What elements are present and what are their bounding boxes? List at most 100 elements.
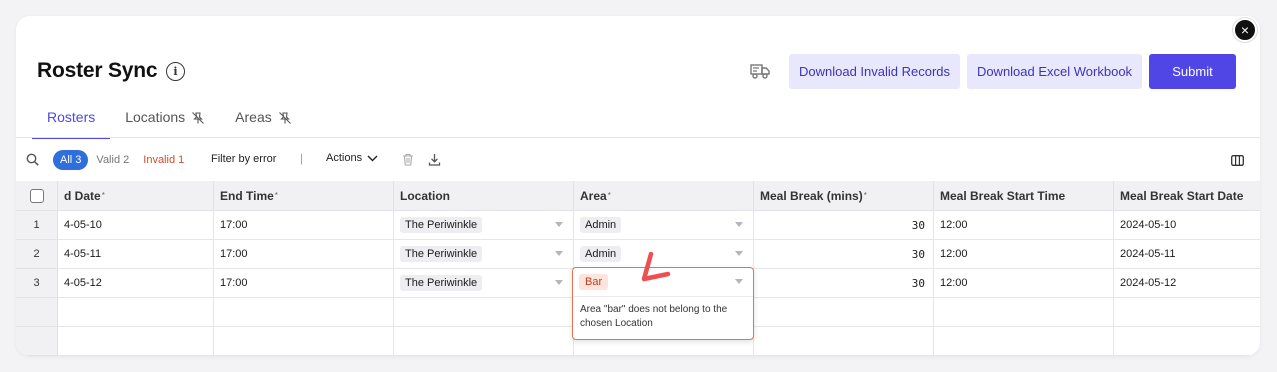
column-header-label: Meal Break Start Time xyxy=(940,188,1066,203)
row-number-empty xyxy=(16,298,58,327)
column-header-end-time[interactable]: End Time * xyxy=(214,181,394,211)
start-date-cell[interactable]: 4-05-11 xyxy=(58,240,214,269)
required-marker: * xyxy=(274,191,278,200)
empty-cell[interactable] xyxy=(754,327,934,356)
grid-toolbar: All 3 Valid 2 Invalid 1 Filter by error … xyxy=(16,148,1260,172)
filter-all-count: 3 xyxy=(75,154,82,166)
meal-start-date-cell[interactable]: 2024-05-10 xyxy=(1114,211,1260,240)
pin-off-icon xyxy=(278,112,291,124)
filter-invalid-label: Invalid xyxy=(143,154,176,166)
download-excel-workbook-button[interactable]: Download Excel Workbook xyxy=(967,54,1142,89)
end-time-cell[interactable]: 17:00 xyxy=(214,269,394,298)
meal-start-time-cell[interactable]: 12:00 xyxy=(934,240,1114,269)
empty-cell[interactable] xyxy=(1114,298,1260,327)
area-tag: Admin xyxy=(580,217,622,233)
column-header-meal-break[interactable]: Meal Break (mins) * xyxy=(754,181,934,211)
tab-areas[interactable]: Areas xyxy=(220,109,307,138)
dropdown-caret-icon xyxy=(735,251,743,256)
filter-by-error-button[interactable]: Filter by error xyxy=(211,153,276,165)
column-header-location[interactable]: Location xyxy=(394,181,574,211)
filter-valid-pill[interactable]: Valid 2 xyxy=(96,154,129,166)
location-tag: The Periwinkle xyxy=(400,275,483,291)
submit-button[interactable]: Submit xyxy=(1149,54,1236,89)
start-date-cell[interactable]: 4-05-10 xyxy=(58,211,214,240)
location-cell[interactable]: The Periwinkle xyxy=(394,211,574,240)
page-title: Roster Sync xyxy=(37,59,158,82)
download-invalid-records-button[interactable]: Download Invalid Records xyxy=(789,54,960,89)
meal-break-cell[interactable]: 30 xyxy=(754,211,934,240)
empty-cell[interactable] xyxy=(58,327,214,356)
invalid-area-tag: Bar xyxy=(579,274,609,290)
empty-cell[interactable] xyxy=(394,298,574,327)
required-marker: * xyxy=(101,191,105,200)
empty-cell[interactable] xyxy=(214,327,394,356)
tab-label: Rosters xyxy=(47,109,96,125)
columns-icon[interactable] xyxy=(1231,155,1244,166)
end-time-cell[interactable]: 17:00 xyxy=(214,240,394,269)
empty-cell[interactable] xyxy=(214,298,394,327)
actions-dropdown[interactable]: Actions xyxy=(326,152,378,164)
row-number-empty xyxy=(16,327,58,356)
row-number: 3 xyxy=(16,269,58,298)
roster-sync-modal: Roster Sync i Download Invalid Records D… xyxy=(16,16,1260,356)
empty-cell[interactable] xyxy=(1114,327,1260,356)
close-button[interactable]: × xyxy=(1233,18,1257,42)
required-marker: * xyxy=(607,191,611,200)
meal-break-cell[interactable]: 30 xyxy=(754,240,934,269)
dropdown-caret-icon xyxy=(555,280,563,285)
empty-cell[interactable] xyxy=(58,298,214,327)
info-icon[interactable]: i xyxy=(166,62,185,81)
area-tag: Admin xyxy=(580,246,622,262)
tab-label: Areas xyxy=(235,109,272,125)
tabs-divider xyxy=(16,137,1260,138)
empty-cell[interactable] xyxy=(934,298,1114,327)
dropdown-caret-icon xyxy=(735,222,743,227)
column-header-label: Meal Break (mins) xyxy=(760,188,863,203)
filter-valid-label: Valid xyxy=(96,154,121,166)
column-header-meal-break-start-time[interactable]: Meal Break Start Time xyxy=(934,181,1114,211)
column-header-area[interactable]: Area * xyxy=(574,181,754,211)
filter-valid-count: 2 xyxy=(123,154,130,166)
column-header-start-date[interactable]: d Date * xyxy=(58,181,214,211)
column-header-label: Area xyxy=(580,188,607,203)
dropdown-caret-icon xyxy=(555,251,563,256)
trash-icon[interactable] xyxy=(402,153,414,166)
column-header-label: Meal Break Start Date xyxy=(1120,188,1244,203)
area-cell[interactable]: Admin xyxy=(574,211,754,240)
dropdown-caret-icon xyxy=(735,279,743,284)
location-cell[interactable]: The Periwinkle xyxy=(394,240,574,269)
column-header-label: Location xyxy=(400,188,450,203)
tab-rosters[interactable]: Rosters xyxy=(32,109,111,139)
row-number: 2 xyxy=(16,240,58,269)
tab-locations[interactable]: Locations xyxy=(110,109,220,138)
search-icon[interactable] xyxy=(26,153,39,166)
tab-bar: Rosters Locations Areas xyxy=(32,109,307,139)
column-header-label: End Time xyxy=(220,188,274,203)
row-number: 1 xyxy=(16,211,58,240)
meal-start-time-cell[interactable]: 12:00 xyxy=(934,211,1114,240)
location-cell[interactable]: The Periwinkle xyxy=(394,269,574,298)
start-date-cell[interactable]: 4-05-12 xyxy=(58,269,214,298)
empty-cell[interactable] xyxy=(754,298,934,327)
location-tag: The Periwinkle xyxy=(400,217,483,233)
empty-cell[interactable] xyxy=(934,327,1114,356)
chevron-down-icon xyxy=(367,155,378,161)
select-all-checkbox[interactable] xyxy=(29,188,44,203)
meal-start-time-cell[interactable]: 12:00 xyxy=(934,269,1114,298)
actions-label: Actions xyxy=(326,152,363,164)
filter-invalid-pill[interactable]: Invalid 1 xyxy=(143,154,184,166)
meal-start-date-cell[interactable]: 2024-05-11 xyxy=(1114,240,1260,269)
error-message: Area "bar" does not belong to the chosen… xyxy=(580,304,728,329)
meal-start-date-cell[interactable]: 2024-05-12 xyxy=(1114,269,1260,298)
truck-icon[interactable] xyxy=(750,62,770,80)
meal-break-cell[interactable]: 30 xyxy=(754,269,934,298)
download-icon[interactable] xyxy=(428,153,441,166)
filter-invalid-count: 1 xyxy=(178,154,185,166)
select-all-cell xyxy=(16,181,58,211)
end-time-cell[interactable]: 17:00 xyxy=(214,211,394,240)
empty-cell[interactable] xyxy=(394,327,574,356)
checkmark-annotation-icon xyxy=(641,251,671,282)
column-header-meal-break-start-date[interactable]: Meal Break Start Date xyxy=(1114,181,1260,211)
filter-all-pill[interactable]: All 3 xyxy=(53,150,89,170)
record-filter: All 3 Valid 2 Invalid 1 xyxy=(53,150,184,170)
